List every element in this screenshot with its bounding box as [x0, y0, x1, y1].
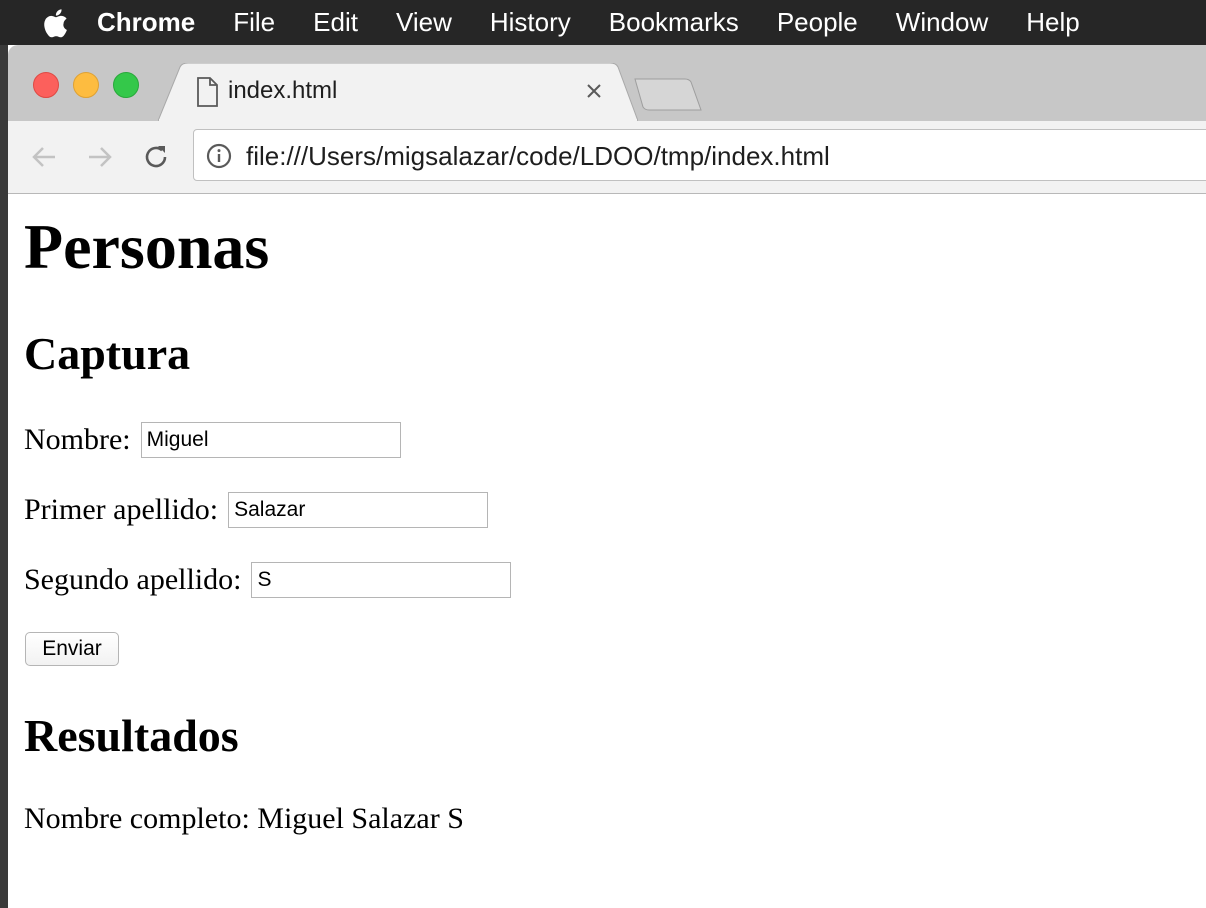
nombre-label: Nombre: — [24, 423, 131, 456]
menu-view[interactable]: View — [396, 7, 452, 38]
results-heading: Resultados — [24, 710, 239, 761]
nombre-row: Nombre: — [24, 422, 401, 458]
menu-people[interactable]: People — [777, 7, 858, 38]
new-tab-button[interactable] — [633, 77, 703, 113]
menu-history[interactable]: History — [490, 7, 571, 38]
primer-apellido-input[interactable] — [228, 492, 489, 528]
nombre-input[interactable] — [140, 422, 401, 458]
forward-arrow-icon[interactable] — [84, 141, 116, 173]
macos-menu-bar: Chrome File Edit View History Bookmarks … — [0, 0, 1206, 45]
url-text[interactable]: file:///Users/migsalazar/code/LDOO/tmp/i… — [246, 141, 830, 172]
close-tab-icon[interactable] — [582, 79, 606, 103]
browser-toolbar: file:///Users/migsalazar/code/LDOO/tmp/i… — [8, 121, 1206, 194]
info-icon[interactable] — [206, 143, 232, 169]
primer-apellido-label: Primer apellido: — [24, 493, 219, 526]
menu-edit[interactable]: Edit — [313, 7, 358, 38]
file-icon — [196, 77, 218, 107]
segundo-apellido-input[interactable] — [251, 562, 512, 598]
enviar-button[interactable]: Enviar — [25, 632, 119, 666]
menu-file[interactable]: File — [233, 7, 275, 38]
back-arrow-icon[interactable] — [28, 141, 60, 173]
address-bar[interactable]: file:///Users/migsalazar/code/LDOO/tmp/i… — [193, 129, 1206, 181]
close-window-button[interactable] — [33, 72, 59, 98]
full-name-result: Nombre completo: Miguel Salazar S — [24, 802, 464, 835]
apple-icon[interactable] — [40, 6, 70, 40]
segundo-apellido-label: Segundo apellido: — [24, 563, 242, 596]
menu-bookmarks[interactable]: Bookmarks — [609, 7, 739, 38]
capture-heading: Captura — [24, 328, 191, 379]
menu-app-chrome[interactable]: Chrome — [97, 7, 195, 38]
tab-title: index.html — [228, 77, 338, 104]
menu-window[interactable]: Window — [896, 7, 988, 38]
segundo-apellido-row: Segundo apellido: — [24, 562, 512, 598]
page-title: Personas — [24, 211, 270, 282]
window-edge — [0, 45, 8, 908]
tab-index-html[interactable]: index.html — [158, 63, 638, 121]
tab-strip: index.html — [8, 45, 1206, 121]
minimize-window-button[interactable] — [73, 72, 99, 98]
reload-icon[interactable] — [140, 141, 172, 173]
zoom-window-button[interactable] — [113, 72, 139, 98]
menu-help[interactable]: Help — [1026, 7, 1079, 38]
primer-apellido-row: Primer apellido: — [24, 492, 489, 528]
